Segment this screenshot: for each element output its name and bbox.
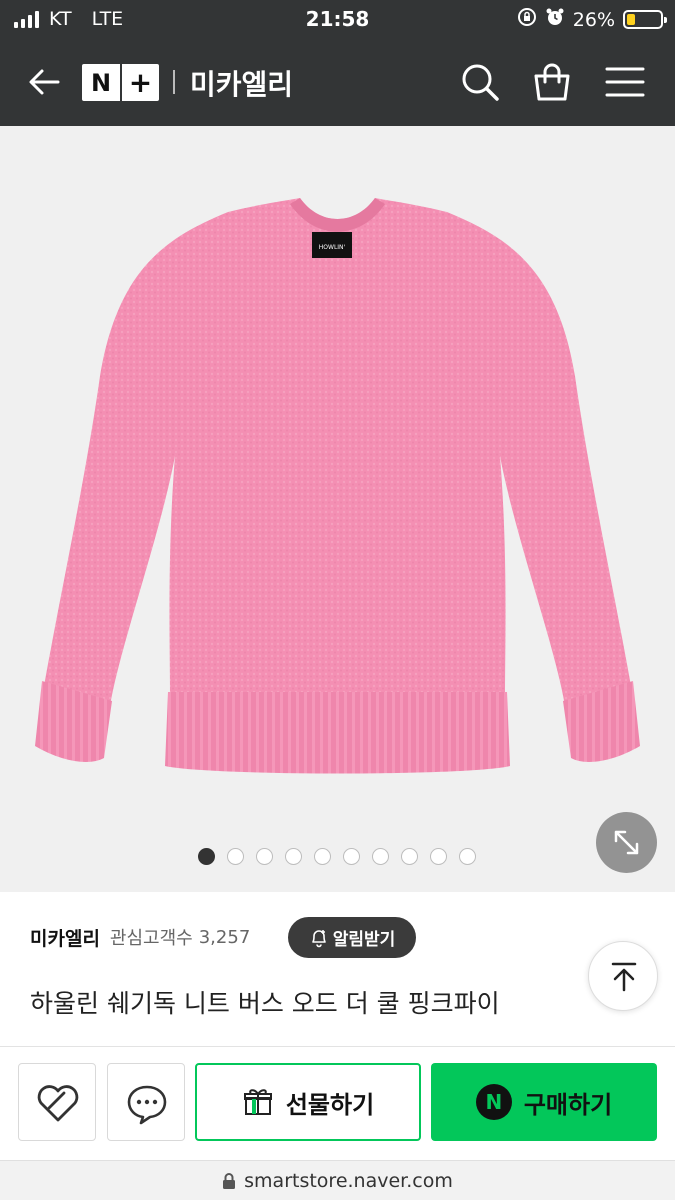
arrow-up-icon [611,962,637,992]
pagination-dot[interactable] [459,848,476,865]
browser-url-bar[interactable]: smartstore.naver.com [0,1160,675,1200]
alarm-clock-icon [545,7,565,32]
bottom-action-bar: 선물하기 N 구매하기 [0,1046,675,1160]
header-divider [173,70,175,94]
battery-icon [623,10,667,29]
expand-arrows-icon [614,830,639,855]
logo-plus: + [128,66,153,99]
talk-button[interactable] [107,1063,185,1141]
product-title: 하울린 쉐기독 니트 버스 오드 더 쿨 핑크파이 [30,989,500,1018]
pagination-dot[interactable] [198,848,215,865]
status-bar: KT LTE 21:58 26% [0,0,675,38]
arrow-left-icon [29,69,60,95]
hamburger-menu-icon [605,67,645,97]
buy-label: 구매하기 [523,1090,613,1119]
menu-button[interactable] [603,60,647,104]
lock-icon [223,1172,236,1189]
battery-percent: 26% [572,8,615,31]
battery-fill [627,14,635,25]
store-info-row: 미카엘리 관심고객수 3,257 [30,916,250,958]
naver-plus-logo[interactable]: N + [82,64,159,101]
pagination-dot[interactable] [256,848,273,865]
expand-image-button[interactable] [596,812,657,873]
pagination-dot[interactable] [430,848,447,865]
product-image: HOWLIN' [35,198,640,774]
heart-icon [37,1085,79,1122]
wishlist-button[interactable] [18,1063,96,1141]
pagination-dot[interactable] [343,848,360,865]
gallery-pagination [198,848,476,865]
buy-button[interactable]: N 구매하기 [431,1063,657,1141]
gift-box-icon [243,1089,272,1115]
pagination-dot[interactable] [314,848,331,865]
fans-label: 관심고객수 [109,928,193,949]
search-icon [462,64,499,101]
bell-plus-icon [311,929,326,947]
pagination-dot[interactable] [401,848,418,865]
gift-label: 선물하기 [285,1090,375,1119]
back-button[interactable] [22,60,66,104]
url-domain: smartstore.naver.com [244,1169,453,1192]
gift-button[interactable]: 선물하기 [195,1063,421,1141]
scroll-top-button[interactable] [588,941,658,1011]
status-right: 26% [517,7,667,32]
alarm-label: 알림받기 [332,930,396,950]
fans-count: 3,257 [198,926,251,948]
pagination-dot[interactable] [227,848,244,865]
naver-pay-icon: N [475,1084,512,1120]
rotation-lock-icon [517,7,537,32]
pagination-dot[interactable] [285,848,302,865]
alarm-subscribe-button[interactable]: 알림받기 [288,917,416,958]
header-store-name[interactable]: 미카엘리 [190,63,293,103]
shopping-bag-icon [534,63,570,101]
cart-button[interactable] [530,60,574,104]
chat-bubble-icon [127,1085,167,1125]
pagination-dot[interactable] [372,848,389,865]
search-button[interactable] [458,60,502,104]
store-name-link[interactable]: 미카엘리 [30,924,100,951]
brand-label-text: HOWLIN' [319,244,346,251]
app-header: N + 미카엘리 [0,38,675,126]
product-image-gallery[interactable]: HOWLIN' [0,126,675,892]
logo-n: N [90,68,112,97]
